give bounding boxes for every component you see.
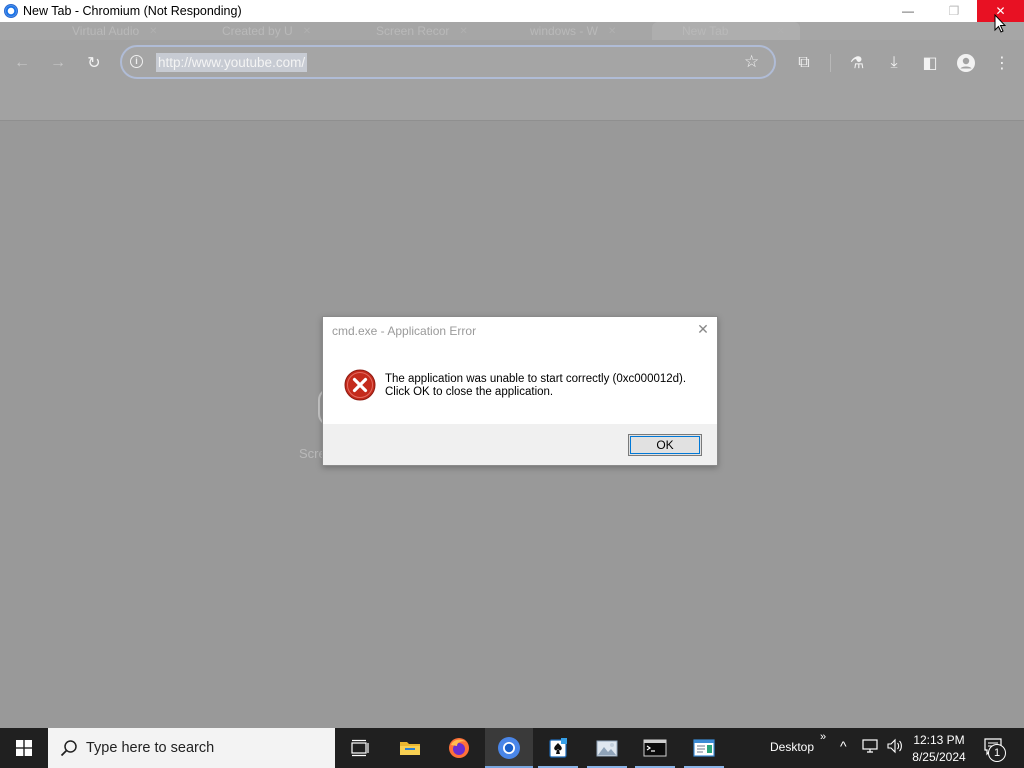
task-view-button[interactable] (336, 728, 384, 768)
extensions-icon[interactable]: ⧉ (794, 53, 814, 73)
tab-close-icon[interactable]: ✕ (303, 26, 311, 37)
back-button[interactable]: ← (12, 53, 32, 73)
notepad-button[interactable] (680, 728, 728, 768)
labs-icon[interactable]: ⚗ (847, 53, 867, 73)
tab-item[interactable]: Screen Recor ✕ (376, 22, 494, 40)
application-error-dialog: cmd.exe - Application Error ✕ The applic… (322, 316, 718, 466)
search-icon (60, 740, 77, 757)
profile-avatar-icon[interactable] (956, 53, 976, 73)
bookmark-bar (0, 86, 1024, 121)
chromium-icon (4, 4, 18, 18)
side-panel-icon[interactable]: ◧ (920, 53, 940, 73)
site-info-icon[interactable]: i (130, 55, 143, 68)
maximize-button[interactable]: ❐ (931, 0, 977, 22)
notepad-icon (693, 739, 715, 757)
dialog-message-line2: Click OK to close the application. (385, 386, 554, 398)
tab-close-icon[interactable]: ✕ (459, 26, 467, 37)
system-clock[interactable]: 12:13 PM 8/25/2024 (906, 732, 972, 766)
file-explorer-button[interactable] (386, 728, 434, 768)
menu-icon[interactable]: ⋮ (992, 53, 1012, 73)
clock-time: 12:13 PM (913, 733, 965, 747)
mouse-cursor-icon (994, 14, 1006, 33)
tab-item[interactable]: windows - W ✕ (530, 22, 640, 40)
task-view-icon (351, 739, 369, 757)
terminal-icon (643, 739, 667, 757)
photos-icon (596, 740, 618, 757)
bookmark-star-icon[interactable]: ☆ (744, 52, 759, 72)
tab-item[interactable]: Virtual Audio ✕ (72, 22, 192, 40)
tray-overflow-icon[interactable]: ^ (840, 738, 847, 754)
solitaire-icon (549, 738, 567, 758)
reload-button[interactable]: ↻ (84, 53, 104, 73)
forward-button[interactable]: → (48, 53, 68, 73)
window-titlebar: New Tab - Chromium (Not Responding) (0, 0, 1024, 22)
ok-button[interactable]: OK (628, 434, 702, 456)
dialog-close-button[interactable]: ✕ (694, 320, 712, 338)
tab-close-icon[interactable]: ✕ (149, 26, 157, 37)
tab-item[interactable]: Created by U ✕ (222, 22, 344, 40)
windows-logo-icon (16, 740, 32, 756)
toolbar-divider (830, 54, 831, 72)
solitaire-button[interactable] (534, 728, 582, 768)
taskbar: Type here to search Desktop » ^ 12:13 PM… (0, 728, 1024, 768)
dialog-message: The application was unable to start corr… (385, 373, 686, 399)
dialog-title: cmd.exe - Application Error (332, 324, 477, 338)
tab-close-icon[interactable]: ✕ (776, 26, 784, 37)
volume-icon[interactable] (886, 738, 904, 757)
photos-button[interactable] (583, 728, 631, 768)
folder-icon (400, 742, 420, 755)
window-title: New Tab - Chromium (Not Responding) (23, 4, 242, 18)
tab-label: Created by U (222, 24, 293, 38)
notification-count-badge: 1 (988, 744, 1006, 762)
chromium-taskbar-button[interactable] (485, 728, 533, 768)
terminal-button[interactable] (631, 728, 679, 768)
error-icon (344, 369, 376, 401)
search-placeholder: Type here to search (86, 740, 215, 756)
firefox-icon (449, 738, 469, 758)
tab-label: Screen Recor (376, 24, 450, 38)
tab-item-active[interactable]: New Tab ✕ (652, 22, 800, 40)
dialog-footer: OK (323, 424, 717, 465)
dialog-message-line1: The application was unable to start corr… (385, 373, 687, 385)
download-icon[interactable]: ⤓ (884, 53, 904, 73)
clock-date: 8/25/2024 (912, 750, 966, 764)
firefox-button[interactable] (435, 728, 483, 768)
taskbar-search-box[interactable]: Type here to search (48, 728, 335, 768)
desktop-toolbar-label[interactable]: Desktop (770, 740, 814, 754)
toolbar-expand-icon[interactable]: » (820, 731, 826, 743)
url-text[interactable]: http://www.youtube.com/ (156, 53, 308, 72)
start-button[interactable] (0, 728, 48, 768)
chromium-app-icon (498, 737, 520, 759)
network-icon[interactable] (862, 738, 880, 757)
tab-close-icon[interactable]: ✕ (608, 26, 616, 37)
tab-label: New Tab (682, 24, 729, 38)
tab-label: windows - W (530, 24, 599, 38)
minimize-button[interactable]: — (885, 0, 931, 22)
tab-strip: Virtual Audio ✕ Created by U ✕ Screen Reco… (0, 22, 1024, 40)
tab-label: Virtual Audio (72, 24, 140, 38)
